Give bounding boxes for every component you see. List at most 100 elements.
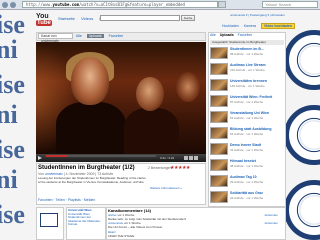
university-logo[interactable] [40, 213, 58, 227]
link-camera[interactable]: Kamera [244, 24, 256, 28]
related-video-title[interactable]: Solidarität aus Graz [230, 191, 263, 195]
related-video-meta: 210 Aufrufe · vor 1 Woche [230, 68, 265, 72]
player-control-icons [184, 156, 204, 160]
background-watermark: ise [0, 135, 25, 164]
university-seal-icon [284, 105, 320, 165]
comment: ikkarz LIKED THE STAGE [108, 230, 278, 238]
speaker-face [71, 57, 109, 105]
related-video-item[interactable]: Hörsaal besetzt 38 Aufrufe · vor 1 Woche [210, 159, 284, 172]
link-upload[interactable]: Hochladen [222, 24, 239, 28]
related-video-meta: 145 Aufrufe · vor 1 Woche [230, 84, 265, 88]
quality-icon[interactable] [189, 156, 193, 160]
web-search-input[interactable]: Yahoo! Search [262, 1, 318, 8]
url-path: /watch?v=aC1t8xsB1Fg&feature=player_embe… [79, 2, 185, 7]
video-thumbnail[interactable] [210, 47, 228, 59]
header-sub-links: Hochladen Kamera Video hochladen [222, 23, 299, 29]
background-watermark: ni [0, 165, 18, 194]
video-thumbnail[interactable] [210, 111, 228, 123]
video-thumbnail[interactable] [210, 95, 228, 107]
related-video-meta: 38 Aufrufe · vor 1 Woche [230, 164, 264, 168]
progress-fill [46, 155, 68, 157]
video-thumbnail[interactable] [210, 127, 228, 139]
more-info-link[interactable]: Weitere Informationen » [150, 186, 182, 190]
related-video-item[interactable]: Solidarität aus Graz 22 Aufrufe · vor 1 W… [210, 191, 284, 204]
nav-startseite[interactable]: Startseite [58, 16, 75, 21]
tab-favorites[interactable]: Favoriten [109, 34, 124, 38]
related-video-meta: 63 Aufrufe · vor 1 Woche [230, 116, 264, 120]
logo-you: You [36, 13, 49, 20]
video-description: Lesung der Forderungen der StudentInnen … [38, 176, 146, 184]
comment-text: Die Uni brennt – alle Videos zum Protest… [108, 224, 163, 229]
sidebar-tabs: Alle Uploads Favoriten [210, 33, 255, 37]
nav-videos[interactable]: Videos [81, 16, 93, 21]
related-video-meta: 54 Aufrufe · vor 1 Woche [230, 132, 264, 136]
related-video-meta: 87 Aufrufe · vor 1 Woche [230, 100, 264, 104]
related-video-item[interactable]: Bildung statt Ausbildung 54 Aufrufe · vor… [210, 127, 284, 140]
audience-figure [124, 108, 179, 158]
video-thumbnail[interactable] [210, 63, 228, 75]
video-thumbnail[interactable] [210, 159, 228, 171]
forward-icon[interactable] [10, 2, 16, 8]
related-video-title[interactable]: Hörsaal besetzt [230, 159, 256, 163]
related-video-title[interactable]: Universität Wien: Freiheit [230, 95, 272, 99]
upload-video-button[interactable]: Video hochladen [260, 23, 295, 29]
related-video-meta: 99 Aufrufe · vor 1 Woche [230, 52, 264, 56]
related-video-title[interactable]: Universitäten brennen [230, 79, 267, 83]
volume-icon[interactable] [184, 156, 188, 160]
fullscreen-icon[interactable] [194, 156, 198, 160]
related-video-title[interactable]: Veranstaltung Uni Wien [230, 111, 269, 115]
related-video-meta: 41 Aufrufe · vor 1 Woche [230, 148, 264, 152]
sidebar-subheader: Ausgewählt: Studierende im Burgtheater [210, 40, 284, 45]
related-video-item[interactable]: Universität Wien: Freiheit 87 Aufrufe · v… [210, 95, 284, 108]
logo-tube: Tube [36, 20, 52, 26]
video-thumbnail[interactable] [210, 191, 228, 203]
go-button[interactable] [218, 1, 226, 8]
related-video-item[interactable]: Universitäten brennen 145 Aufrufe · vor 1… [210, 79, 284, 92]
university-seal-icon [284, 180, 320, 240]
university-line[interactable]: StudentInnen der Akademie der bildenden … [68, 215, 104, 227]
video-title: StudentInnen im Burgtheater (1/2) [38, 165, 135, 171]
video-thumbnail[interactable] [210, 79, 228, 91]
reply-link[interactable]: Antworten [264, 221, 278, 226]
video-thumbnail[interactable] [210, 143, 228, 155]
related-video-title[interactable]: Audimax Tag 10 [230, 175, 257, 179]
video-player[interactable]: 0:41 / 3:22 [36, 42, 206, 162]
related-video-title[interactable]: Demo Innere Stadt [230, 143, 261, 147]
time-display: 0:41 / 3:22 [160, 156, 175, 160]
tab-all[interactable]: Alle [76, 34, 82, 38]
related-video-item[interactable]: Veranstaltung Uni Wien 63 Aufrufe · vor 1… [210, 111, 284, 124]
related-video-item[interactable]: Demo Innere Stadt 41 Aufrufe · vor 1 Woch… [210, 143, 284, 156]
reply-link[interactable]: Antworten [264, 213, 278, 218]
related-video-meta: 22 Aufrufe · vor 1 Woche [230, 196, 264, 200]
related-video-item[interactable]: Audimax Live Stream 210 Aufrufe · vor 1 W… [210, 63, 284, 76]
university-links: Universität Wien Universität Wien Studen… [66, 207, 106, 240]
tab-uploads[interactable]: Uploads [86, 34, 104, 38]
university-seal-icon [284, 30, 320, 90]
browser-toolbar: http://www.youtube.com/watch?v=aC1t8xsB1… [0, 0, 320, 10]
sidebar-tab-favorites[interactable]: Favoriten [238, 33, 253, 37]
play-icon[interactable] [38, 156, 42, 160]
ratings-count: 2 Bewertungen [148, 166, 172, 170]
related-video-title[interactable]: StudentInnen im B... [230, 47, 264, 51]
address-bar[interactable]: http://www.youtube.com/watch?v=aC1t8xsB1… [22, 1, 218, 8]
video-actions[interactable]: Favoriten · Teilen · Playlists · Melden [38, 198, 95, 202]
star-rating[interactable]: ★★★★★ [170, 165, 190, 171]
user-links[interactable]: univiennatv ▾ | Posteingang ▾ | Abmelden [230, 13, 285, 17]
background-watermark: ni [0, 35, 18, 64]
related-video-title[interactable]: Audimax Live Stream [230, 63, 266, 67]
sidebar-tab-all[interactable]: Alle [210, 33, 216, 37]
background-watermark: ise [0, 70, 25, 99]
channel-button[interactable]: Kanal von univiennatv [38, 33, 73, 43]
background-watermark: ni [0, 100, 18, 129]
url-prefix: http://www. [26, 2, 53, 7]
back-icon[interactable] [2, 2, 8, 8]
sidebar-tab-uploads[interactable]: Uploads [220, 33, 234, 37]
related-video-item[interactable]: StudentInnen im B... 99 Aufrufe · vor 1 W… [210, 47, 284, 60]
related-video-title[interactable]: Bildung statt Ausbildung [230, 127, 271, 131]
search-button[interactable]: Suche [181, 15, 195, 21]
video-thumbnail[interactable] [210, 175, 228, 187]
youtube-logo[interactable]: YouTube [36, 13, 58, 26]
related-video-meta: 29 Aufrufe · vor 1 Woche [230, 180, 264, 184]
search-input[interactable] [100, 15, 180, 21]
related-video-item[interactable]: Audimax Tag 10 29 Aufrufe · vor 1 Woche [210, 175, 284, 188]
